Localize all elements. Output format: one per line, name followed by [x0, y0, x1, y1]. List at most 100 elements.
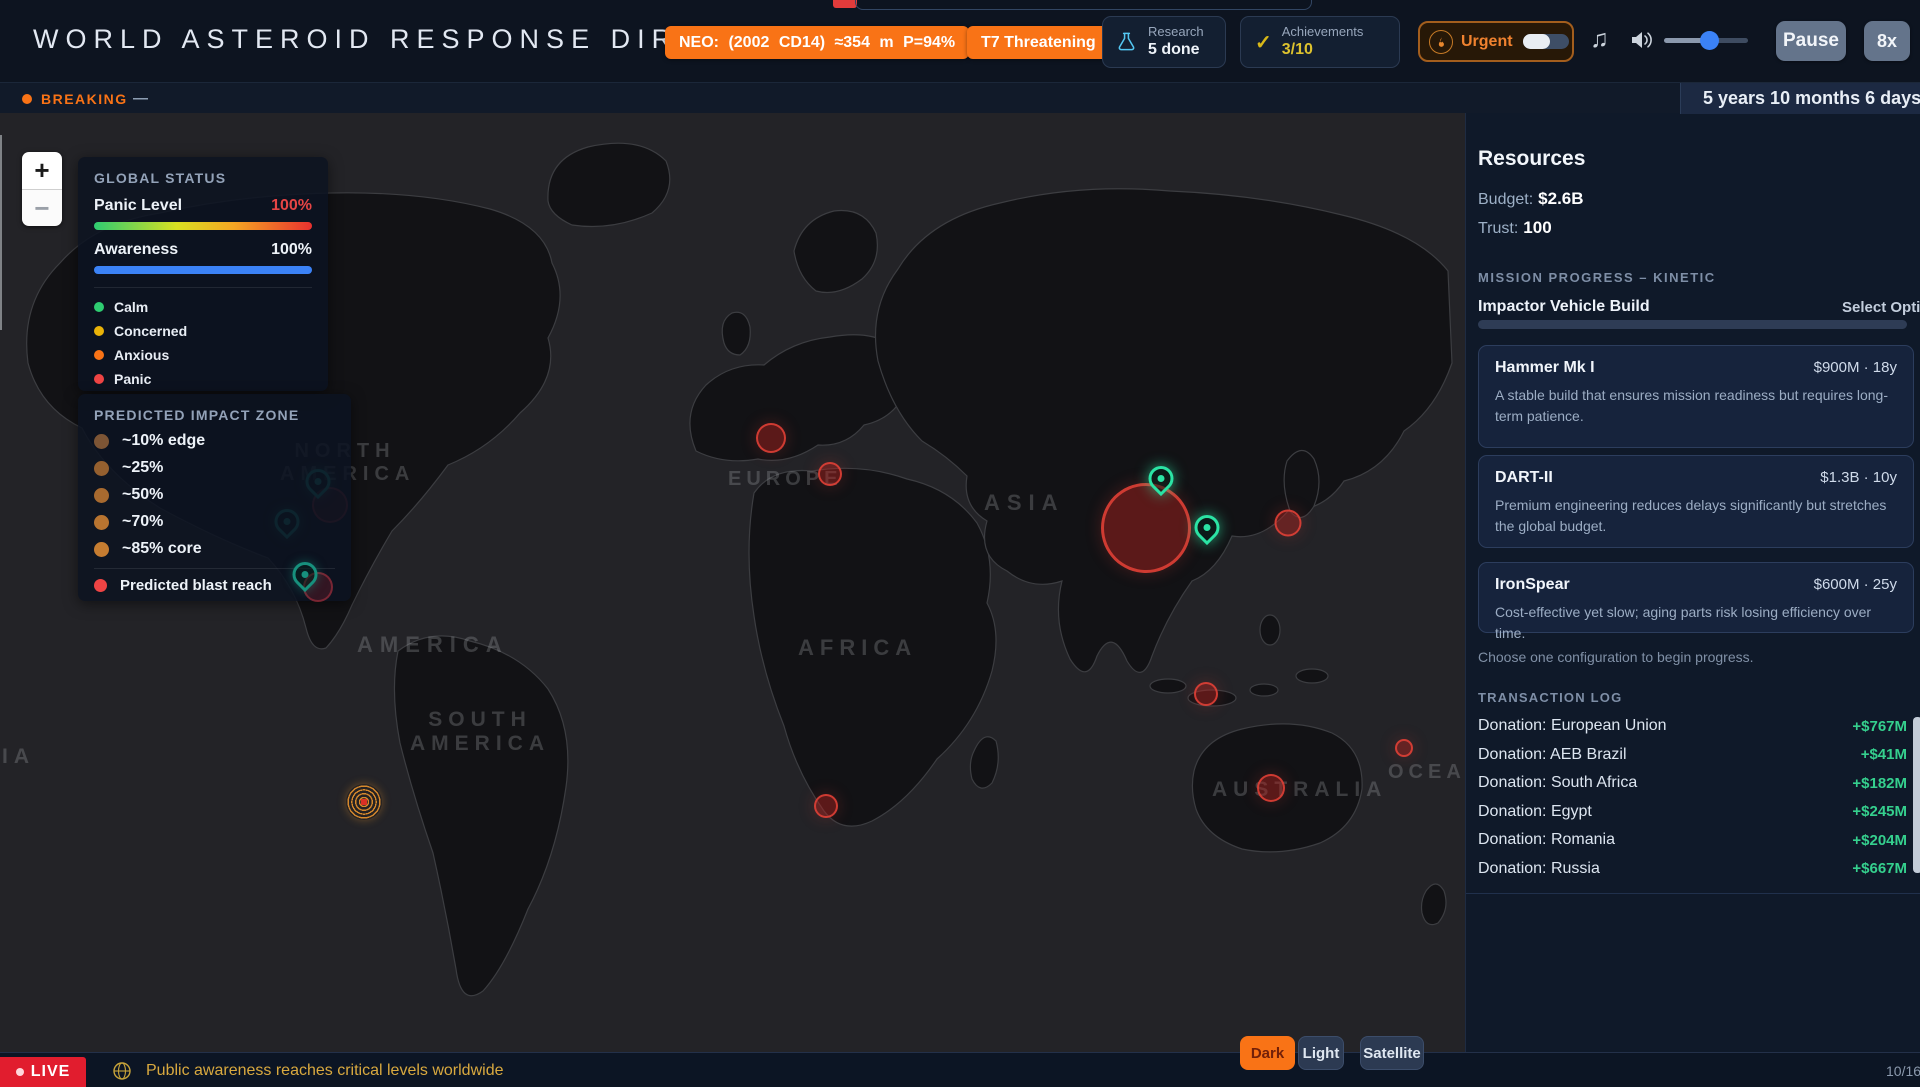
predicted-impact-spiral-marker[interactable] [346, 784, 382, 820]
impact-circle-indonesia[interactable] [1194, 682, 1218, 706]
music-icon[interactable]: ♫ [1590, 25, 1609, 54]
trust-row: Trust: 100 [1478, 218, 1907, 238]
volume-slider-thumb[interactable] [1700, 31, 1719, 50]
option-card-ironspear[interactable]: IronSpear $600M · 25y Cost-effective yet… [1478, 562, 1914, 633]
awareness-bar [94, 266, 312, 274]
achievements-button[interactable]: ✓ Achievements 3/10 [1240, 16, 1400, 68]
transaction-row: Donation: Russia +$667M [1478, 855, 1907, 884]
panel-divider [94, 287, 312, 288]
option-desc: Cost-effective yet slow; aging parts ris… [1495, 602, 1897, 644]
map-style-light-button[interactable]: Light [1298, 1036, 1344, 1070]
impact-circle-china-major[interactable] [1101, 483, 1191, 573]
option-cost: $600M · 25y [1814, 576, 1897, 593]
transaction-row: Donation: South Africa +$182M [1478, 769, 1907, 798]
toggle-knob [1523, 34, 1550, 49]
threat-level-badge: T7 Threatening [967, 26, 1110, 59]
live-dot-icon [16, 1068, 24, 1076]
map-label-asia: ASIA [984, 490, 1065, 516]
neo-status-badge: NEO: (2002 CD14) ≈354 m P=94% [665, 26, 969, 59]
ring-25-icon [94, 461, 109, 476]
transaction-row: Donation: Egypt +$245M [1478, 798, 1907, 827]
option-card-hammer[interactable]: Hammer Mk I $900M · 18y A stable build t… [1478, 345, 1914, 448]
option-hint: Choose one configuration to begin progre… [1478, 649, 1907, 665]
ring-70-icon [94, 515, 109, 530]
budget-label: Budget: [1478, 191, 1533, 208]
map-zoom-control: + − [22, 152, 62, 226]
global-status-title: GLOBAL STATUS [94, 170, 312, 186]
legend-concerned: Concerned [114, 323, 187, 339]
ring-50-label: ~50% [122, 486, 163, 504]
zoom-in-button[interactable]: + [22, 152, 62, 189]
flask-icon [1115, 29, 1138, 55]
news-headline: Public awareness reaches critical levels… [146, 1062, 503, 1080]
legend-anxious: Anxious [114, 347, 169, 363]
option-name: DART-II [1495, 469, 1553, 487]
ticker-separator: — [133, 90, 148, 107]
pause-button[interactable]: Pause [1776, 21, 1846, 61]
trust-label: Trust: [1478, 220, 1518, 237]
ring-10-icon [94, 434, 109, 449]
research-label: Research [1148, 24, 1204, 40]
budget-value: $2.6B [1538, 189, 1583, 208]
mission-progress-title: MISSION PROGRESS – KINETIC [1478, 270, 1907, 285]
transaction-row: Donation: AEB Brazil +$41M [1478, 741, 1907, 770]
blast-dot-icon [94, 579, 107, 592]
live-badge: LIVE [0, 1057, 86, 1087]
map-label-clipped: IA [2, 745, 35, 769]
clipped-alert-fragment [833, 0, 857, 8]
globe-icon [112, 1061, 132, 1086]
transaction-log-title: TRANSACTION LOG [1478, 690, 1907, 705]
option-name: Hammer Mk I [1495, 359, 1595, 377]
panic-dot-icon [94, 374, 104, 384]
ring-50-icon [94, 488, 109, 503]
breaking-news-bar: BREAKING — 5 years 10 months 6 days [0, 82, 1920, 113]
map-style-satellite-button[interactable]: Satellite [1360, 1036, 1424, 1070]
blast-label: Predicted blast reach [120, 577, 272, 594]
option-cost: $1.3B · 10y [1820, 469, 1897, 486]
log-scrollbar[interactable] [1913, 717, 1920, 873]
map-label-america: AMERICA [357, 632, 509, 658]
achievements-count: 3/10 [1282, 40, 1364, 60]
achievements-label: Achievements [1282, 24, 1364, 40]
impact-circle-europe[interactable] [756, 423, 786, 453]
option-desc: Premium engineering reduces delays signi… [1495, 495, 1897, 537]
map-style-dark-button[interactable]: Dark [1240, 1036, 1295, 1070]
resources-title: Resources [1478, 147, 1907, 171]
awareness-value: 100% [271, 241, 312, 259]
panic-level-value: 100% [271, 197, 312, 215]
impact-circle-south-africa[interactable] [814, 794, 838, 818]
map-label-south-america: SOUTHAMERICA [410, 708, 550, 756]
news-ticker-bar: LIVE Public awareness reaches critical l… [0, 1052, 1920, 1080]
world-map[interactable]: NORTHAMERICA AMERICA SOUTHAMERICA EUROPE… [0, 113, 1465, 1052]
impact-circle-pacific[interactable] [1395, 739, 1413, 757]
sidebar: Resources Budget: $2.6B Trust: 100 MISSION… [1465, 113, 1920, 1052]
urgent-mode-control[interactable]: Urgent [1418, 21, 1574, 62]
research-button[interactable]: Research 5 done [1102, 16, 1226, 68]
map-label-africa: AFRICA [798, 635, 917, 661]
trust-value: 100 [1523, 218, 1551, 237]
legend-panic: Panic [114, 371, 151, 387]
select-option-link[interactable]: Select Option [1842, 299, 1920, 316]
impact-circle-japan[interactable] [1275, 510, 1302, 537]
urgent-toggle[interactable] [1523, 34, 1569, 49]
news-counter: 10/16 [1886, 1063, 1920, 1079]
calm-dot-icon [94, 302, 104, 312]
global-status-panel: GLOBAL STATUS Panic Level 100% Awareness… [78, 157, 328, 391]
ring-25-label: ~25% [122, 459, 163, 477]
option-name: IronSpear [1495, 576, 1570, 594]
speed-button[interactable]: 8x [1864, 21, 1910, 61]
ring-85-icon [94, 542, 109, 557]
impact-zone-title: PREDICTED IMPACT ZONE [94, 407, 335, 423]
impact-circle-australia[interactable] [1257, 774, 1285, 802]
transaction-row: Donation: Romania +$204M [1478, 826, 1907, 855]
option-card-dart[interactable]: DART-II $1.3B · 10y Premium engineering … [1478, 455, 1914, 548]
transaction-log: Donation: European Union +$767M Donation… [1478, 712, 1907, 883]
zoom-out-button[interactable]: − [22, 189, 62, 226]
impact-circle-eastern-europe[interactable] [818, 462, 842, 486]
urgent-label: Urgent [1461, 33, 1513, 51]
task-progress-bar [1478, 320, 1907, 329]
research-count: 5 done [1148, 40, 1204, 60]
impact-countdown: 5 years 10 months 6 days [1680, 83, 1920, 114]
map-label-australia: AUSTRALIA [1212, 778, 1387, 802]
speaker-icon[interactable] [1630, 30, 1654, 55]
